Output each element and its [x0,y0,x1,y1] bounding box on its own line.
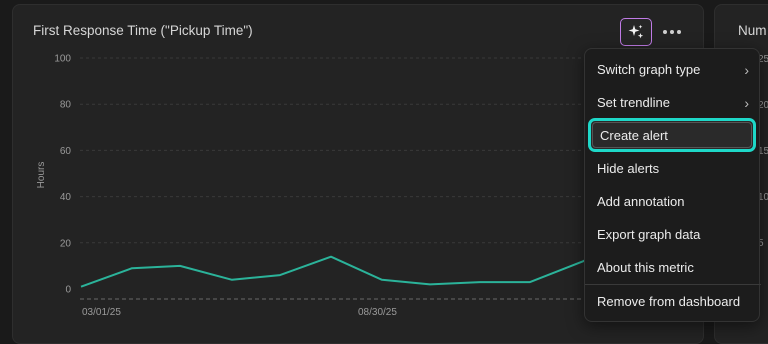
menu-item-about-this-metric[interactable]: About this metric [585,253,761,283]
menu-divider [585,284,761,285]
menu-item-create-alert[interactable]: Create alert [588,118,756,152]
chevron-right-icon: › [744,88,749,118]
y-tick-label: 100 [54,54,71,65]
series-line [81,243,620,287]
y-tick-label: 0 [65,285,71,296]
menu-item-export-graph-data[interactable]: Export graph data [585,220,761,250]
x-tick-label: 03/01/25 [82,307,121,318]
y-tick-label: 40 [60,192,72,203]
options-menu: Switch graph type › Set trendline › Crea… [584,48,760,322]
y-tick-label: 60 [60,146,72,157]
menu-item-hide-alerts[interactable]: Hide alerts [585,154,761,184]
menu-item-switch-graph-type[interactable]: Switch graph type › [585,55,761,85]
menu-item-add-annotation[interactable]: Add annotation [585,187,761,217]
y-tick-label: 80 [60,100,72,111]
menu-item-remove-from-dashboard[interactable]: Remove from dashboard [585,287,761,317]
chevron-right-icon: › [744,55,749,85]
y-axis-title: Hours [36,162,47,189]
menu-item-set-trendline[interactable]: Set trendline › [585,88,761,118]
x-tick-label: 08/30/25 [358,307,397,318]
y-tick-label: 20 [60,238,72,249]
